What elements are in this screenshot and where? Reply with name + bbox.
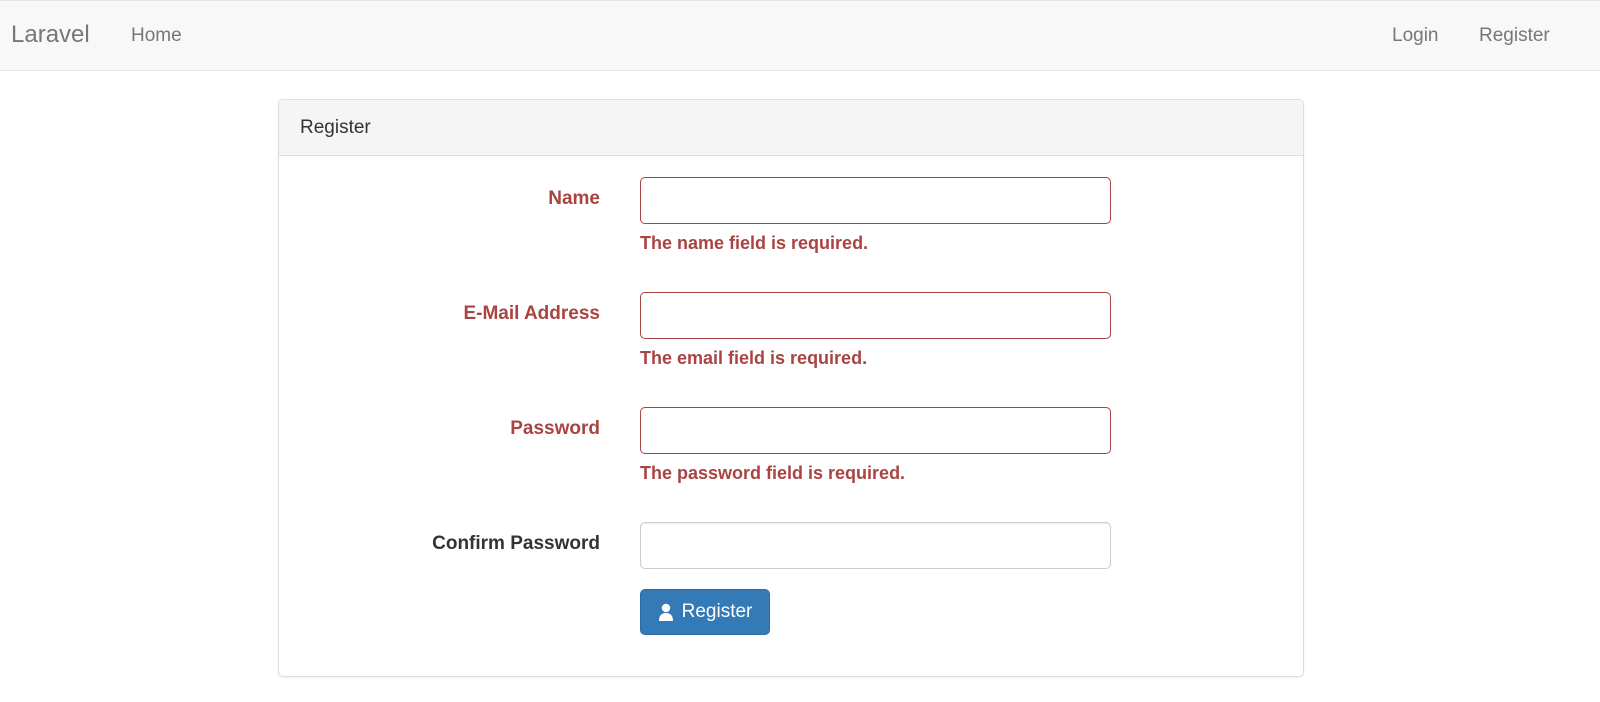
- panel-title: Register: [300, 117, 371, 138]
- panel-heading: Register: [279, 100, 1303, 156]
- email-input[interactable]: [640, 292, 1111, 339]
- confirm-password-input[interactable]: [640, 522, 1111, 569]
- name-error: The name field is required.: [640, 233, 869, 253]
- user-icon: [658, 603, 674, 621]
- brand-link[interactable]: Laravel: [11, 21, 90, 49]
- password-error: The password field is required.: [640, 463, 906, 483]
- navbar: Laravel Home Login Register: [0, 0, 1600, 71]
- password-input[interactable]: [640, 407, 1111, 454]
- email-error: The email field is required.: [640, 348, 868, 368]
- confirm-password-label: Confirm Password: [432, 533, 600, 554]
- nav-register-link[interactable]: Register: [1479, 25, 1550, 47]
- register-button[interactable]: Register: [640, 589, 770, 635]
- register-button-label: Register: [681, 601, 753, 622]
- password-label: Password: [510, 418, 600, 439]
- name-label: Name: [548, 188, 600, 209]
- email-label: E-Mail Address: [463, 303, 600, 324]
- nav-login-link[interactable]: Login: [1392, 25, 1439, 47]
- name-input[interactable]: [640, 177, 1111, 224]
- nav-home-link[interactable]: Home: [131, 25, 182, 47]
